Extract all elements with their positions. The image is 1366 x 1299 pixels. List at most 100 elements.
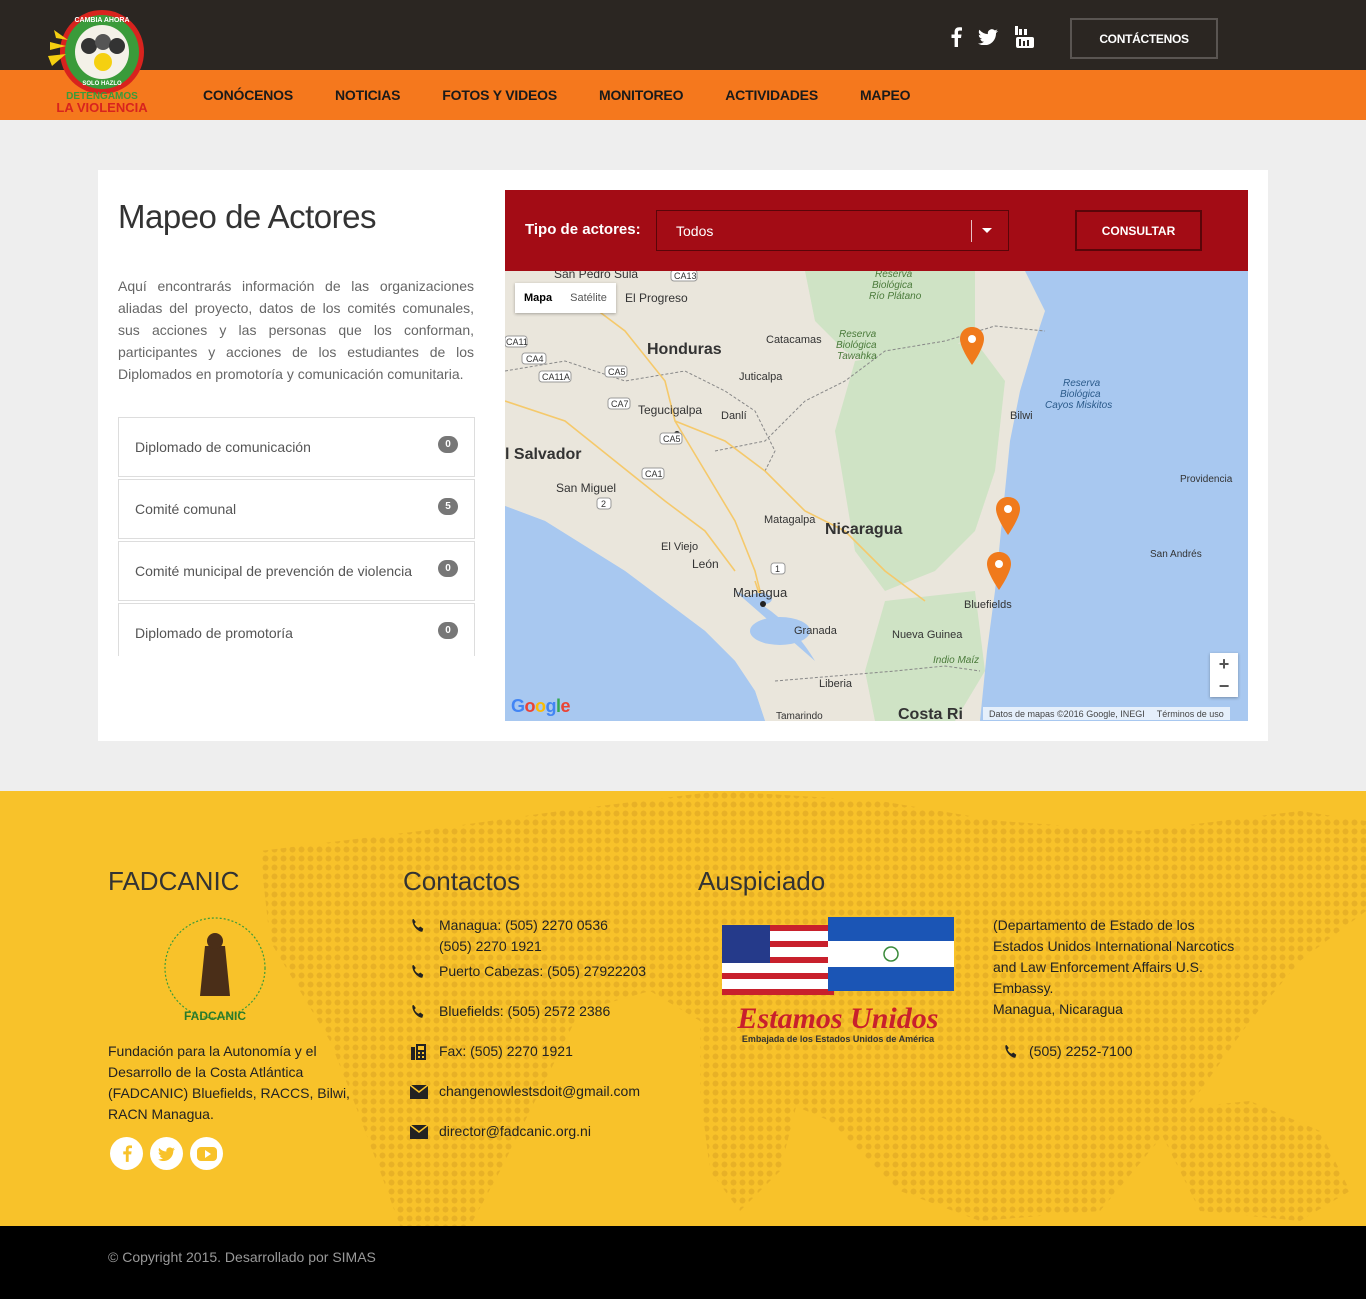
- map-canvas: Honduras Nicaragua l Salvador Costa Ri S…: [505, 271, 1248, 721]
- nav-item-fotos-videos[interactable]: FOTOS Y VIDEOS: [442, 87, 557, 103]
- logo-line-1: CAMBIA AHORA: [74, 17, 129, 24]
- facebook-icon[interactable]: [110, 1137, 143, 1170]
- google-logo[interactable]: Google: [511, 696, 571, 717]
- map-label-honduras: Honduras: [647, 341, 722, 358]
- email-icon: [410, 1081, 439, 1102]
- contact-email[interactable]: changenowlestsdoit@gmail.com: [439, 1081, 640, 1102]
- contact-item: director@fadcanic.org.ni: [410, 1121, 591, 1142]
- map-label-tamarindo: Tamarindo: [776, 711, 823, 721]
- fadcanic-logo-text: FADCANIC: [184, 1009, 246, 1023]
- route-shield: 2: [601, 499, 606, 509]
- map-label-reserva-3: Reserva: [1063, 378, 1101, 389]
- map-label-biologica-1: Biológica: [872, 280, 913, 291]
- contact-line: Puerto Cabezas: (505) 27922203: [439, 963, 647, 979]
- map-label-catacamas: Catacamas: [766, 334, 822, 346]
- category-label: Diplomado de promotoría: [135, 625, 293, 641]
- contact-line: Managua: (505) 2270 0536: [439, 917, 608, 933]
- map-label-granada: Granada: [794, 625, 838, 637]
- map-type-satellite-button[interactable]: Satélite: [561, 283, 616, 313]
- map-label-rio-platano: Río Plátano: [869, 291, 922, 302]
- map-label-reserva-2: Reserva: [839, 329, 877, 340]
- contact-button[interactable]: CONTÁCTENOS: [1070, 18, 1218, 59]
- route-shield: CA5: [608, 367, 626, 377]
- phone-icon: [410, 915, 439, 936]
- footer: FADCANIC FADCANIC Fundación para la Auto…: [0, 791, 1366, 1226]
- map-label-indio-maiz: Indio Maíz: [933, 655, 979, 666]
- logo-line-2: SOLO HAZLO: [82, 81, 122, 87]
- select-divider: [971, 220, 972, 242]
- contact-item: Puerto Cabezas: (505) 27922203: [410, 961, 646, 982]
- nav-item-mapeo[interactable]: MAPEO: [860, 87, 911, 103]
- sponsor-logo-sub: Embajada de los Estados Unidos de Améric…: [742, 1034, 935, 1044]
- actor-type-select[interactable]: Todos: [656, 210, 1009, 251]
- select-value: Todos: [676, 222, 714, 239]
- map-type-control: Mapa Satélite: [515, 283, 616, 313]
- map-label-salvador: l Salvador: [505, 446, 581, 463]
- map-label-danli: Danlí: [721, 410, 747, 422]
- nav-item-conocenos[interactable]: CONÓCENOS: [203, 87, 293, 103]
- fadcanic-logo[interactable]: FADCANIC: [150, 916, 280, 1026]
- nav-item-noticias[interactable]: NOTICIAS: [335, 87, 400, 103]
- category-label: Diplomado de comunicación: [135, 439, 311, 455]
- twitter-icon[interactable]: [150, 1137, 183, 1170]
- sponsor-phone: (505) 2252-7100: [1029, 1043, 1133, 1059]
- route-shield: CA1: [645, 469, 663, 479]
- map-type-map-button[interactable]: Mapa: [515, 283, 561, 313]
- list-item[interactable]: Comité comunal 5: [118, 479, 475, 539]
- count-badge: 0: [438, 560, 458, 577]
- map-label-cayos: Cayos Miskitos: [1045, 400, 1112, 411]
- copyright-text: © Copyright 2015. Desarrollado por SIMAS: [108, 1249, 376, 1265]
- nav-item-actividades[interactable]: ACTIVIDADES: [725, 87, 818, 103]
- consult-button[interactable]: CONSULTAR: [1075, 210, 1202, 251]
- contact-line: Fax: (505) 2270 1921: [439, 1043, 573, 1059]
- route-shield: CA11: [506, 337, 528, 347]
- sponsor-phone-row: (505) 2252-7100: [1003, 1041, 1133, 1062]
- map-label-nicaragua: Nicaragua: [825, 521, 902, 538]
- fax-icon: [410, 1041, 439, 1062]
- map-label-liberia: Liberia: [819, 678, 853, 690]
- sponsor-text: (Departamento de Estado de los Estados U…: [993, 917, 1235, 996]
- map-label-managua: Managua: [733, 585, 788, 600]
- list-item[interactable]: Comité municipal de prevención de violen…: [118, 541, 475, 601]
- bottom-bar: © Copyright 2015. Desarrollado por SIMAS: [0, 1226, 1366, 1299]
- facebook-icon[interactable]: [944, 26, 968, 48]
- logo-line-4: LA VIOLENCIA: [56, 100, 148, 115]
- route-shield: CA13: [674, 271, 697, 281]
- zoom-control: + −: [1210, 653, 1238, 697]
- terms-link[interactable]: Términos de uso: [1157, 709, 1224, 719]
- count-badge: 0: [438, 622, 458, 639]
- estamos-unidos-logo[interactable]: Estamos Unidos Embajada de los Estados U…: [720, 913, 956, 1055]
- count-badge: 5: [438, 498, 458, 515]
- list-item[interactable]: Diplomado de comunicación 0: [118, 417, 475, 477]
- contact-item: Bluefields: (505) 2572 2386: [410, 1001, 610, 1022]
- chevron-down-icon: [982, 228, 992, 233]
- route-shield: CA7: [611, 399, 629, 409]
- category-list: Diplomado de comunicación 0 Comité comun…: [118, 417, 475, 656]
- contact-item: Managua: (505) 2270 0536 (505) 2270 1921: [410, 915, 608, 957]
- map-label-el-viejo: El Viejo: [661, 541, 698, 553]
- map-label-biologica-3: Biológica: [1060, 389, 1101, 400]
- route-shield: CA11A: [542, 372, 570, 382]
- map-label-juticalpa: Juticalpa: [739, 371, 783, 383]
- map-attribution: Datos de mapas ©2016 Google, INEGI Térmi…: [983, 707, 1230, 720]
- route-shield: CA5: [663, 434, 681, 444]
- map-label-san-miguel: San Miguel: [556, 481, 616, 495]
- zoom-in-button[interactable]: +: [1210, 653, 1238, 675]
- twitter-icon[interactable]: [976, 26, 1000, 48]
- phone-icon: [410, 961, 439, 982]
- actors-map[interactable]: Honduras Nicaragua l Salvador Costa Ri S…: [505, 271, 1248, 721]
- youtube-icon[interactable]: [190, 1137, 223, 1170]
- footer-title-contactos: Contactos: [403, 866, 521, 896]
- map-label-bluefields: Bluefields: [964, 599, 1012, 611]
- map-label-costa-rica: Costa Ri: [898, 706, 963, 721]
- zoom-out-button[interactable]: −: [1210, 675, 1238, 697]
- youtube-icon[interactable]: [1013, 26, 1037, 48]
- map-label-providencia: Providencia: [1180, 474, 1233, 485]
- nav-item-monitoreo[interactable]: MONITOREO: [599, 87, 683, 103]
- site-logo[interactable]: CAMBIA AHORA SOLO HAZLO DETENGAMOS LA VI…: [46, 8, 154, 120]
- map-label-reserva-1: Reserva: [875, 271, 913, 280]
- list-item[interactable]: Diplomado de promotoría 0: [118, 603, 475, 656]
- sponsor-city: Managua, Nicaragua: [993, 1001, 1123, 1017]
- contact-email[interactable]: director@fadcanic.org.ni: [439, 1121, 591, 1142]
- phone-icon: [1003, 1041, 1029, 1062]
